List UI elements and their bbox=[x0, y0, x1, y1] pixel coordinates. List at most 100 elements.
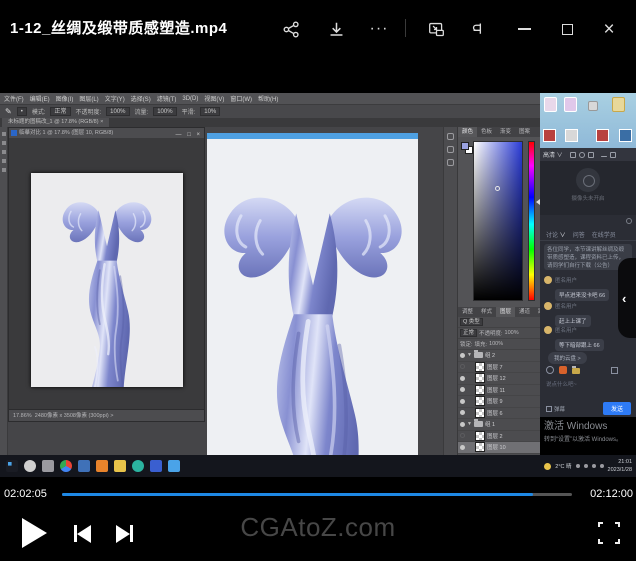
layers-panel: Q 类型 正常 不透明度: 100% 锁定: 填充: 100% ▼组 2 图 bbox=[458, 317, 540, 455]
record-icon bbox=[579, 152, 585, 158]
folder-icon bbox=[474, 352, 483, 358]
menu-filter: 滤镜(T) bbox=[157, 94, 177, 103]
layer-thumbnail bbox=[475, 373, 485, 383]
floating-window-titlebar: 临摹对比 1 @ 17.8% (图层 10, RGB/8) — □ × bbox=[9, 128, 204, 138]
task-view-icon bbox=[42, 460, 54, 472]
floating-canvas-area bbox=[10, 138, 203, 409]
more-icon[interactable]: ··· bbox=[366, 18, 392, 40]
lock-label: 锁定: bbox=[460, 340, 473, 348]
menu-edit: 编辑(E) bbox=[30, 94, 50, 103]
fill-label: 填充: bbox=[475, 340, 488, 348]
chat-input: 说点什么吧~ bbox=[546, 380, 577, 388]
tray-icon bbox=[584, 464, 588, 468]
desktop-icon bbox=[544, 97, 557, 112]
ps-doc-icon bbox=[11, 130, 17, 136]
classroom-header: 高清 ∨ bbox=[540, 148, 636, 161]
search-icon bbox=[24, 460, 36, 472]
document-dimensions: 2480像素 x 3508像素 (300ppi) > bbox=[35, 413, 114, 419]
eye-icon bbox=[460, 410, 465, 415]
flow-value: 100% bbox=[153, 107, 176, 116]
layer-thumbnail bbox=[475, 442, 485, 452]
foreground-color-swatch bbox=[461, 142, 469, 150]
chrome-icon bbox=[60, 460, 72, 472]
menu-layer: 图层(L) bbox=[79, 94, 98, 103]
tab-patterns: 图案 bbox=[515, 127, 534, 137]
app-icon bbox=[168, 460, 180, 472]
layer-list: ▼组 2 图层 7 图层 12 图层 11 图层 9 图层 6 ▼组 1 图层 … bbox=[458, 350, 540, 455]
player-controls: 02:02:05 02:12:00 CGAtoZ.com bbox=[0, 480, 636, 561]
download-icon[interactable] bbox=[323, 18, 349, 40]
quality-select: 高清 ∨ bbox=[543, 150, 563, 159]
saturation-brightness-field bbox=[473, 141, 523, 301]
color-cursor bbox=[495, 186, 500, 191]
photo-thumbnail bbox=[565, 129, 578, 142]
brush-preset: • bbox=[17, 107, 27, 116]
layer-thumbnail bbox=[475, 431, 485, 441]
fill-value: 100% bbox=[489, 341, 503, 347]
opacity-value: 100% bbox=[106, 107, 129, 116]
maximize-icon[interactable] bbox=[554, 18, 580, 40]
floating-window-buttons: — □ × bbox=[176, 130, 202, 138]
layer-row: 图层 2 bbox=[458, 431, 540, 443]
progress-bar[interactable] bbox=[62, 493, 572, 496]
mini-player-icon[interactable] bbox=[423, 18, 449, 40]
mode-label: 模式: bbox=[32, 107, 46, 116]
reference-artboard bbox=[31, 173, 183, 387]
total-time: 02:12:00 bbox=[590, 488, 633, 500]
minimize-icon[interactable] bbox=[511, 18, 537, 40]
avatar bbox=[544, 276, 552, 284]
layer-row: 图层 7 bbox=[458, 362, 540, 374]
eye-icon bbox=[460, 387, 465, 392]
floating-document-window: 临摹对比 1 @ 17.8% (图层 10, RGB/8) — □ × 17.8… bbox=[8, 127, 205, 422]
video-frame[interactable]: 文件(F) 编辑(E) 图像(I) 图层(L) 文字(Y) 选择(S) 滤镜(T… bbox=[0, 55, 636, 480]
brush-tool-icon: ✎ bbox=[5, 107, 12, 116]
camera-off-hint: 摄像头未开启 bbox=[540, 194, 636, 202]
panel-collapse-button: ‹ bbox=[618, 258, 636, 338]
desktop-icon bbox=[564, 97, 577, 112]
weather-icon bbox=[544, 463, 551, 470]
folder-icon bbox=[78, 460, 90, 472]
eye-icon-off bbox=[460, 364, 465, 369]
taskbar-tray: 2°C 晴 21:01 2023/1/28 bbox=[544, 458, 636, 475]
camera-off-icon bbox=[576, 168, 600, 192]
document-tab: 未标题的图稿改_1 @ 17.8% (RGB/8) × bbox=[2, 118, 109, 127]
layer-opacity-label: 不透明度: bbox=[479, 329, 503, 337]
layer-row: 图层 12 bbox=[458, 373, 540, 385]
emoji-icon bbox=[546, 366, 554, 374]
avatar bbox=[544, 326, 552, 334]
tray-icon bbox=[576, 464, 580, 468]
tab-gradients: 渐变 bbox=[496, 127, 515, 137]
pin-icon[interactable] bbox=[466, 18, 492, 40]
menu-help: 帮助(H) bbox=[258, 94, 278, 103]
chat-toolbar bbox=[546, 366, 618, 374]
blend-mode-select: 正常 bbox=[460, 329, 477, 337]
tab-swatches: 色板 bbox=[477, 127, 496, 137]
layer-thumbnail bbox=[475, 362, 485, 372]
menu-select: 选择(S) bbox=[131, 94, 151, 103]
ps-workspace: 临摹对比 1 @ 17.8% (图层 10, RGB/8) — □ × 17.8… bbox=[0, 127, 540, 455]
image-upload-icon bbox=[559, 366, 567, 374]
fullscreen-button[interactable] bbox=[598, 522, 620, 544]
current-time: 02:02:05 bbox=[4, 488, 47, 500]
photoshop-icon bbox=[150, 460, 162, 472]
layer-opacity-value: 100% bbox=[505, 330, 519, 336]
chat-tabs: 讨论 ∨ 问答 在线学员 bbox=[540, 228, 636, 241]
color-picker-panel bbox=[458, 137, 540, 307]
share-icon[interactable] bbox=[278, 18, 304, 40]
layer-row-group2: ▼组 2 bbox=[458, 350, 540, 362]
smooth-label: 平滑: bbox=[182, 107, 196, 116]
menu-image: 图像(I) bbox=[56, 94, 74, 103]
weather-text: 2°C 晴 bbox=[555, 462, 571, 470]
edge-icon bbox=[132, 460, 144, 472]
powerpoint-icon bbox=[96, 460, 108, 472]
layer-lock-row: 锁定: 填充: 100% bbox=[458, 339, 540, 350]
document-selection-bar bbox=[207, 133, 418, 139]
progress-fill bbox=[62, 493, 533, 496]
eye-icon bbox=[460, 376, 465, 381]
panel-maximize-icon bbox=[610, 152, 616, 158]
layer-thumbnail bbox=[475, 396, 485, 406]
start-button-icon bbox=[6, 460, 18, 472]
floating-window-title: 临摹对比 1 @ 17.8% (图层 10, RGB/8) bbox=[19, 130, 113, 136]
taskbar-clock: 21:01 2023/1/28 bbox=[608, 458, 632, 475]
close-icon[interactable]: × bbox=[596, 18, 622, 40]
